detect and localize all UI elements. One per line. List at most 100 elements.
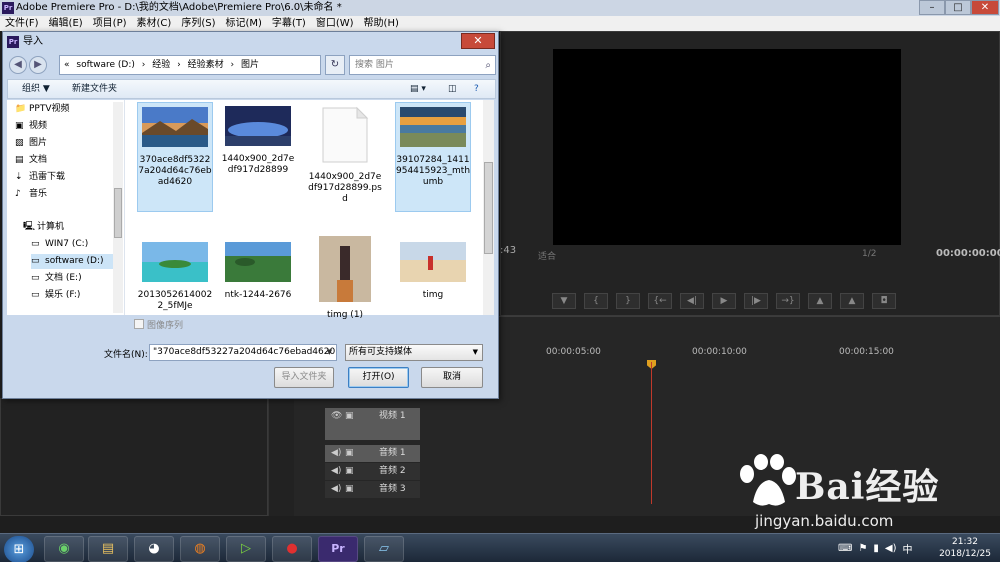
- file-item[interactable]: 39107284_1411 954415923_mth umb: [395, 102, 471, 212]
- nav-item-drive-e[interactable]: ▭ 文档 (E:): [31, 271, 82, 286]
- eye-icon[interactable]: 👁: [331, 408, 342, 425]
- ime-icon[interactable]: 中: [903, 541, 913, 556]
- menu-help[interactable]: 帮助(H): [359, 16, 404, 31]
- start-button[interactable]: ⊞: [4, 536, 34, 562]
- nav-item-drive-c[interactable]: ▭ WIN7 (C:): [31, 237, 88, 252]
- menu-edit[interactable]: 编辑(E): [44, 16, 88, 31]
- nav-item-computer[interactable]: 🖳 计算机: [23, 220, 64, 235]
- play-icon[interactable]: ▶: [712, 293, 736, 309]
- tablet-icon[interactable]: ▱: [364, 536, 404, 562]
- menu-title[interactable]: 字幕(T): [267, 16, 311, 31]
- minimize-button[interactable]: –: [919, 0, 945, 15]
- step-back-icon[interactable]: ◀|: [680, 293, 704, 309]
- timeline-ruler[interactable]: 00:00:05:00 00:00:10:00 00:00:15:00: [500, 347, 960, 363]
- nav-item-music[interactable]: ♪ 音乐: [15, 187, 47, 202]
- speaker-icon[interactable]: ◀): [331, 445, 341, 462]
- file-item[interactable]: timg: [395, 238, 471, 318]
- forward-arrow-icon[interactable]: ▶: [29, 56, 47, 74]
- track-header-audio-2[interactable]: ◀) ▣ 音频 2: [325, 463, 420, 480]
- close-button[interactable]: ✕: [971, 0, 999, 15]
- monitor-timecode-right[interactable]: 00:00:00:00: [936, 248, 1000, 259]
- cancel-button[interactable]: 取消: [421, 367, 483, 388]
- keyboard-icon[interactable]: ⌨: [838, 543, 852, 554]
- mark-out-icon[interactable]: }: [616, 293, 640, 309]
- camera-icon[interactable]: ◘: [872, 293, 896, 309]
- file-type-select[interactable]: 所有可支持媒体 ▼: [345, 344, 483, 361]
- breadcrumb-folder[interactable]: 经验: [152, 60, 170, 70]
- nav-item-pptv[interactable]: 📁 PPTV视频: [15, 102, 70, 117]
- volume-icon[interactable]: ◀): [885, 543, 897, 554]
- address-overflow[interactable]: «: [64, 60, 70, 70]
- filename-input[interactable]: "370ace8df53227a204d64c76ebad4620" ": [149, 344, 337, 361]
- menu-file[interactable]: 文件(F): [0, 16, 44, 31]
- menu-project[interactable]: 项目(P): [88, 16, 132, 31]
- add-marker-icon[interactable]: ▼: [552, 293, 576, 309]
- address-bar[interactable]: « software (D:) › 经验 › 经验素材 › 图片: [59, 55, 321, 75]
- nav-item-downloads[interactable]: ⇣ 迅雷下载: [15, 170, 65, 185]
- track-header-video-1[interactable]: 👁 ▣ 视频 1: [325, 408, 420, 440]
- file-item[interactable]: 1440x900_2d7e df917d28899.ps d: [307, 102, 383, 212]
- new-folder-button[interactable]: 新建文件夹: [72, 80, 117, 98]
- file-item[interactable]: 370ace8df5322 7a204d64c76eb ad4620: [137, 102, 213, 212]
- dialog-close-button[interactable]: ✕: [461, 33, 495, 49]
- nav-item-videos[interactable]: ▣ 视频: [15, 119, 47, 134]
- breadcrumb-separator[interactable]: ›: [231, 60, 235, 70]
- file-item[interactable]: timg (1): [307, 236, 383, 324]
- breadcrumb-separator[interactable]: ›: [177, 60, 181, 70]
- nav-item-drive-d[interactable]: ▭ software (D:): [31, 254, 115, 269]
- clock[interactable]: 21:32 2018/12/25: [935, 536, 995, 560]
- menu-sequence[interactable]: 序列(S): [176, 16, 220, 31]
- view-options-icon[interactable]: ▤ ▾: [410, 80, 426, 98]
- file-item[interactable]: ntk-1244-2676: [220, 238, 296, 318]
- network-icon[interactable]: ▮: [873, 543, 879, 554]
- nav-item-drive-f[interactable]: ▭ 娱乐 (F:): [31, 288, 80, 303]
- breadcrumb-separator[interactable]: ›: [142, 60, 146, 70]
- monitor-timecode-left[interactable]: :43: [500, 245, 516, 256]
- resolution-dropdown[interactable]: 1/2: [862, 249, 876, 259]
- qq-icon[interactable]: ◕: [134, 536, 174, 562]
- search-input[interactable]: 搜索 图片 ⌕: [349, 55, 496, 75]
- help-icon[interactable]: ?: [474, 80, 479, 98]
- speaker-icon[interactable]: ◀): [331, 463, 341, 480]
- breadcrumb-drive[interactable]: software (D:): [76, 60, 135, 70]
- organize-button[interactable]: 组织 ▼: [22, 80, 50, 98]
- mark-in-icon[interactable]: {: [584, 293, 608, 309]
- menu-marker[interactable]: 标记(M): [220, 16, 266, 31]
- maximize-button[interactable]: □: [945, 0, 971, 15]
- breadcrumb-folder[interactable]: 经验素材: [188, 60, 224, 70]
- menu-window[interactable]: 窗口(W): [311, 16, 359, 31]
- preview-pane-icon[interactable]: ◫: [448, 80, 457, 98]
- image-sequence-checkbox[interactable]: [134, 319, 144, 329]
- step-forward-icon[interactable]: |▶: [744, 293, 768, 309]
- firefox-icon[interactable]: ◍: [180, 536, 220, 562]
- media-player-icon[interactable]: ▷: [226, 536, 266, 562]
- track-header-audio-1[interactable]: ◀) ▣ 音频 1: [325, 445, 420, 462]
- 360-browser-icon[interactable]: ◉: [44, 536, 84, 562]
- nav-item-documents[interactable]: ▤ 文档: [15, 153, 47, 168]
- flag-icon[interactable]: ⚑: [858, 543, 867, 554]
- navigation-row: ◀ ▶ « software (D:) › 经验 › 经验素材 › 图片 ↻ 搜…: [7, 53, 496, 77]
- track-header-audio-3[interactable]: ◀) ▣ 音频 3: [325, 481, 420, 498]
- file-explorer-icon[interactable]: ▤: [88, 536, 128, 562]
- go-to-in-icon[interactable]: {←: [648, 293, 672, 309]
- extract-icon[interactable]: ▲: [840, 293, 864, 309]
- back-arrow-icon[interactable]: ◀: [9, 56, 27, 74]
- refresh-icon[interactable]: ↻: [325, 55, 345, 75]
- chevron-down-icon[interactable]: ▼: [323, 345, 336, 360]
- screen-recorder-icon[interactable]: ●: [272, 536, 312, 562]
- file-list-scrollbar-thumb[interactable]: [484, 162, 493, 254]
- zoom-fit-dropdown[interactable]: 适合: [538, 249, 556, 262]
- open-button[interactable]: 打开(O): [348, 367, 409, 388]
- lift-icon[interactable]: ▲: [808, 293, 832, 309]
- breadcrumb-current[interactable]: 图片: [241, 60, 259, 70]
- import-folder-button[interactable]: 导入文件夹: [274, 367, 334, 388]
- menu-clip[interactable]: 素材(C): [132, 16, 177, 31]
- file-item[interactable]: 2013052614002 2_5fMJe: [137, 238, 213, 318]
- premiere-icon[interactable]: Pr: [318, 536, 358, 562]
- speaker-icon[interactable]: ◀): [331, 481, 341, 498]
- nav-item-pictures[interactable]: ▨ 图片: [15, 136, 47, 151]
- file-item[interactable]: 1440x900_2d7e df917d28899: [220, 102, 296, 202]
- dialog-titlebar[interactable]: Pr 导入: [3, 32, 498, 52]
- nav-scrollbar-thumb[interactable]: [114, 188, 122, 238]
- go-to-out-icon[interactable]: →}: [776, 293, 800, 309]
